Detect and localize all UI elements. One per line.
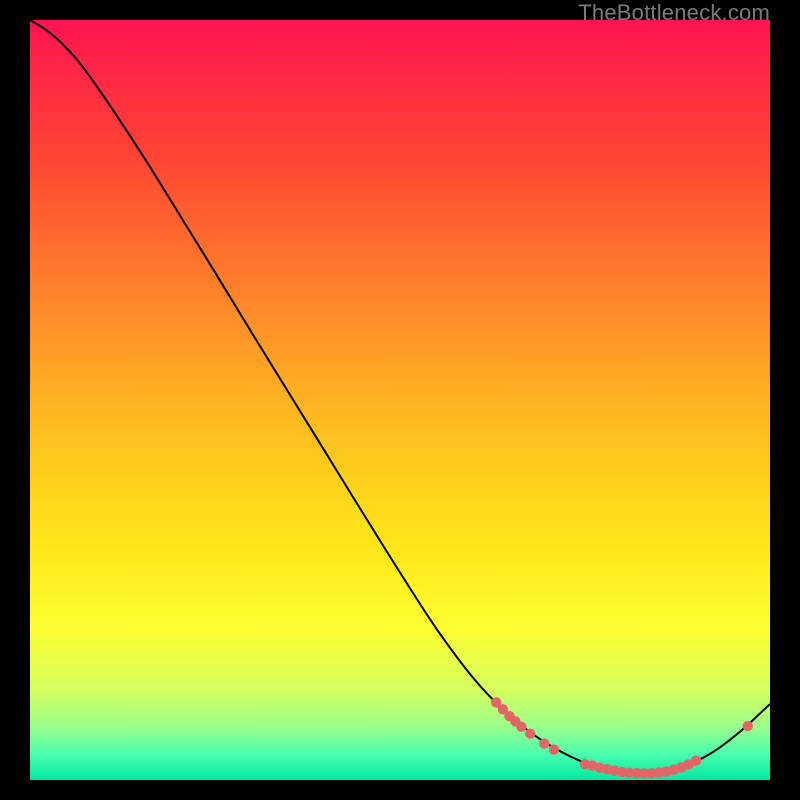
chart-stage: TheBottleneck.com (0, 0, 800, 800)
bottleneck-curve-chart (30, 20, 770, 780)
data-marker (525, 728, 535, 738)
data-marker (691, 755, 701, 765)
data-marker (516, 722, 526, 732)
data-marker (743, 721, 753, 731)
gradient-background (30, 20, 770, 780)
data-marker (549, 744, 559, 754)
data-marker (539, 738, 549, 748)
